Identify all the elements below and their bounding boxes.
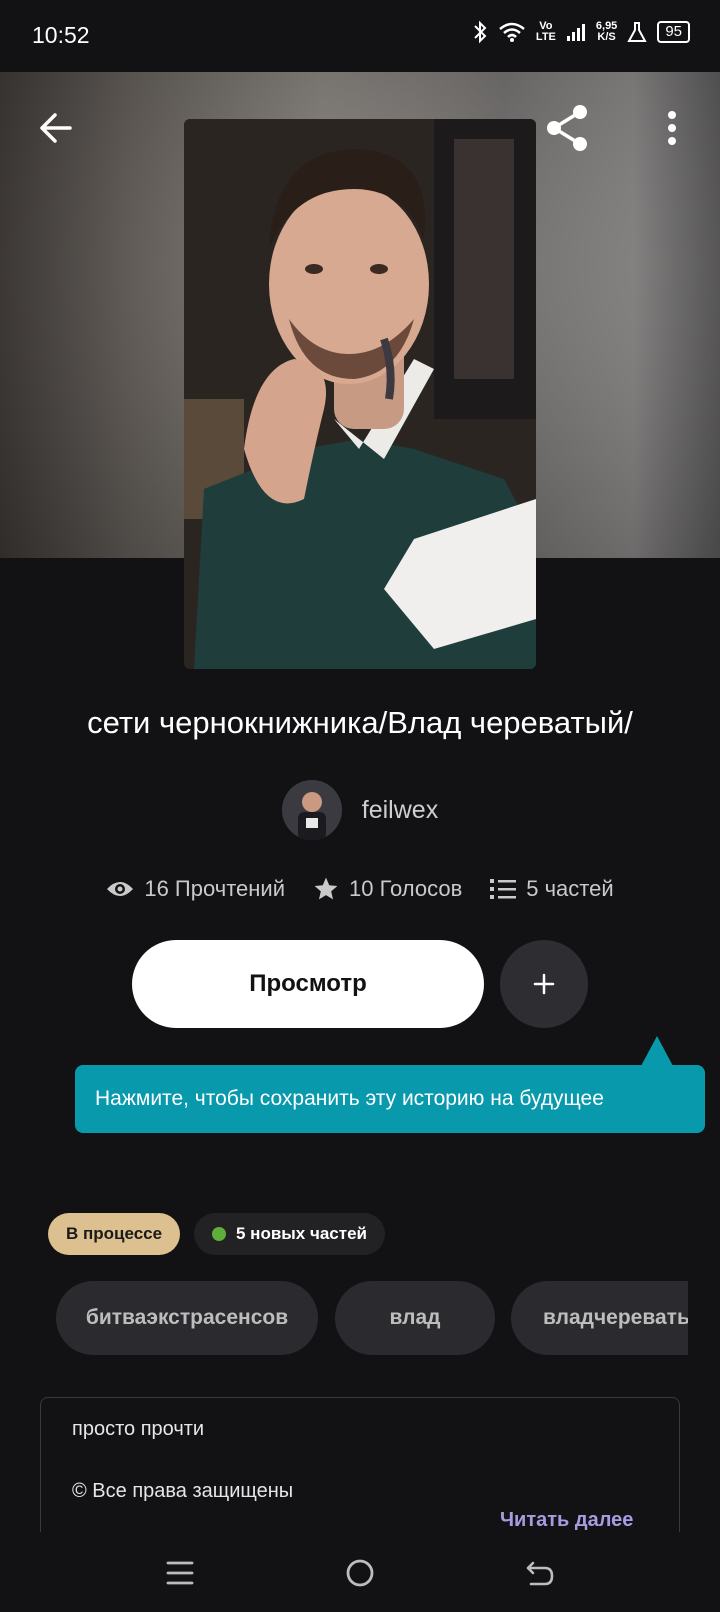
network-type: Vo LTE <box>536 21 556 43</box>
in-progress-label: В процессе <box>66 1224 163 1243</box>
network-speed: 6,95 K/S <box>596 21 617 43</box>
flask-icon <box>627 22 647 42</box>
arrow-left-icon <box>40 113 72 143</box>
reads-count: 16 Прочтений <box>144 876 285 901</box>
story-stats: 16 Прочтений 10 Голосов 5 частей <box>0 876 720 902</box>
status-time: 10:52 <box>32 22 90 48</box>
cover-portrait <box>184 119 536 669</box>
back-button[interactable] <box>26 98 86 158</box>
story-cover-image <box>184 119 536 669</box>
more-options-button[interactable] <box>642 98 702 158</box>
back-icon <box>526 1561 554 1586</box>
plus-icon <box>533 973 555 995</box>
battery-icon: 95 <box>657 21 690 43</box>
more-vertical-icon <box>668 111 676 145</box>
tag-chip[interactable]: владчереватый <box>511 1281 688 1355</box>
author-row[interactable]: feilwex <box>0 780 720 840</box>
bluetooth-icon <box>474 20 487 44</box>
story-title: сети чернокнижника/Влад череватый/ <box>87 705 633 740</box>
parts-stat: 5 частей <box>490 876 614 902</box>
avatar-image <box>281 780 342 840</box>
votes-stat: 10 Голосов <box>313 876 462 902</box>
star-icon <box>314 877 338 900</box>
author-name[interactable]: feilwex <box>362 796 438 825</box>
eye-icon <box>107 882 134 896</box>
save-story-tooltip[interactable]: Нажмите, чтобы сохранить эту историю на … <box>75 1065 705 1133</box>
status-icons: Vo LTE 6,95 K/S 95 <box>472 20 690 44</box>
recent-apps-button[interactable] <box>150 1548 210 1598</box>
share-icon <box>547 105 587 151</box>
tag-chip[interactable]: битваэкстрасенсов <box>56 1281 318 1355</box>
view-button[interactable]: Просмотр <box>132 940 484 1028</box>
home-button[interactable] <box>330 1548 390 1598</box>
network-bottom: LTE <box>535 31 556 43</box>
list-icon <box>490 879 517 899</box>
back-nav-button[interactable] <box>510 1548 570 1598</box>
in-progress-badge: В процессе <box>48 1213 181 1255</box>
menu-icon <box>166 1561 194 1585</box>
wifi-icon <box>499 22 525 42</box>
share-button[interactable] <box>538 98 598 158</box>
copyright-text: © Все права защищены <box>72 1480 294 1502</box>
tags-row: битваэкстрасенсов влад владчереватый <box>56 1281 688 1355</box>
votes-count: 10 Голосов <box>348 876 463 901</box>
description-text: просто прочти <box>72 1418 205 1440</box>
circle-icon <box>346 1559 374 1587</box>
speed-bottom: K/S <box>597 31 616 43</box>
reads-stat: 16 Прочтений <box>106 876 285 902</box>
status-bar: 10:52 Vo LTE 6,95 K/S 95 <box>0 0 720 72</box>
new-parts-badge: 5 новых частей <box>194 1213 385 1255</box>
new-parts-dot <box>212 1227 226 1241</box>
read-more-link[interactable]: Читать далее <box>500 1509 633 1532</box>
parts-count: 5 частей <box>526 876 614 901</box>
add-to-library-button[interactable] <box>500 940 588 1028</box>
author-avatar[interactable] <box>281 780 342 840</box>
tag-chip[interactable]: влад <box>335 1281 495 1355</box>
tooltip-text: Нажмите, чтобы сохранить эту историю на … <box>95 1087 604 1110</box>
tooltip-arrow <box>641 1036 673 1066</box>
new-parts-label: 5 новых частей <box>236 1224 367 1243</box>
signal-icon <box>566 24 585 41</box>
